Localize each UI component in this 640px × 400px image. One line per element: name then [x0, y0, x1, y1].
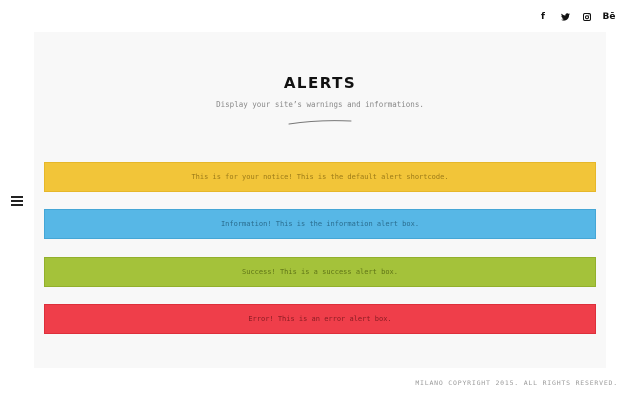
alert-success: Success! This is a success alert box. [44, 257, 596, 287]
social-links: f Bē [532, 10, 620, 24]
hamburger-menu-icon[interactable] [11, 196, 23, 206]
page: f Bē ALERTS Display your site’s warnings… [0, 0, 640, 400]
alert-notice: This is for your notice! This is the def… [44, 162, 596, 192]
instagram-icon[interactable] [576, 10, 598, 24]
behance-icon[interactable]: Bē [598, 10, 620, 24]
page-subtitle: Display your site’s warnings and informa… [216, 100, 424, 109]
menu-line [11, 199, 23, 202]
content-panel: ALERTS Display your site’s warnings and … [34, 32, 606, 368]
facebook-icon[interactable]: f [532, 10, 554, 24]
divider-swash [288, 120, 352, 125]
menu-line [11, 196, 23, 198]
twitter-icon[interactable] [554, 10, 576, 24]
alert-info: Information! This is the information ale… [44, 209, 596, 239]
page-title: ALERTS [283, 74, 357, 92]
footer-copyright: MILANO COPYRIGHT 2015. ALL RIGHTS RESERV… [415, 379, 618, 387]
alert-error: Error! This is an error alert box. [44, 304, 596, 334]
menu-line [11, 203, 23, 206]
